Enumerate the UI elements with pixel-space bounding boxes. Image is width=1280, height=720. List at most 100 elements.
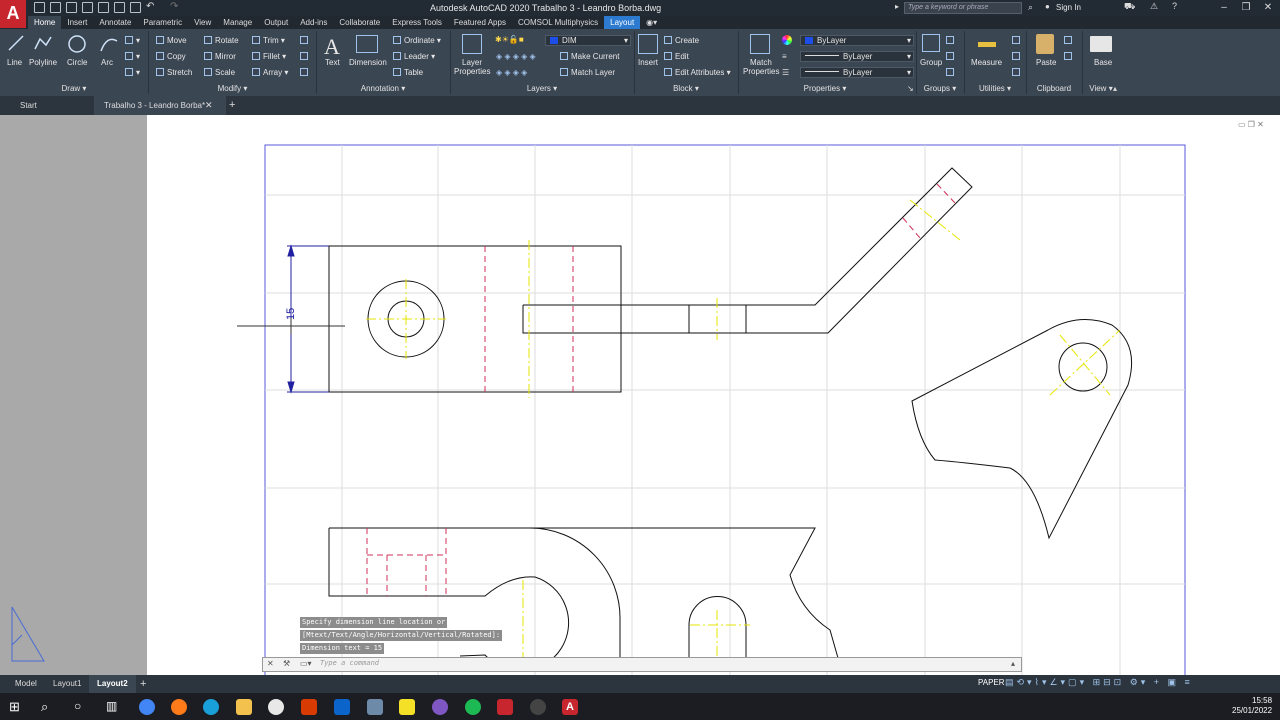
firefox-icon[interactable] bbox=[171, 699, 187, 715]
sign-in-link[interactable]: Sign In bbox=[1056, 3, 1081, 12]
plot-icon[interactable] bbox=[130, 2, 141, 13]
command-history-toggle-icon[interactable]: ▴ bbox=[1011, 659, 1015, 668]
rectangle-icon[interactable]: ▾ bbox=[125, 36, 140, 45]
utilities-panel-title[interactable]: Utilities ▾ bbox=[966, 83, 1024, 95]
measure-button[interactable]: Measure bbox=[971, 58, 1002, 67]
drawing-canvas[interactable]: 15 bbox=[147, 115, 1280, 675]
ordinate-button[interactable]: Ordinate ▾ bbox=[393, 36, 441, 45]
office-icon[interactable] bbox=[301, 699, 317, 715]
tab-add-ins[interactable]: Add-ins bbox=[294, 16, 333, 29]
move-button[interactable]: Move bbox=[156, 36, 187, 45]
close-command-icon[interactable]: ✕ bbox=[267, 659, 274, 668]
group-edit-icon[interactable] bbox=[946, 52, 957, 61]
windows-start-icon[interactable]: ⊞ bbox=[9, 699, 20, 715]
annotation-panel-title[interactable]: Annotation ▾ bbox=[318, 83, 448, 95]
ribbon-expand-icon[interactable]: ▴ bbox=[1113, 84, 1117, 93]
chrome-icon[interactable] bbox=[139, 699, 155, 715]
match-properties-button[interactable]: Match bbox=[750, 58, 772, 67]
erase-icon[interactable] bbox=[300, 36, 311, 45]
tab-layout[interactable]: Layout bbox=[604, 16, 641, 29]
cart-icon[interactable]: ⛟ bbox=[1124, 1, 1135, 13]
ribbon-options-icon[interactable]: ◉▾ bbox=[640, 16, 663, 29]
open-icon[interactable] bbox=[50, 2, 61, 13]
tab-manage[interactable]: Manage bbox=[217, 16, 258, 29]
insert-button[interactable]: Insert bbox=[638, 58, 658, 67]
line-button[interactable]: Line bbox=[7, 58, 22, 67]
block-panel-title[interactable]: Block ▾ bbox=[636, 83, 736, 95]
tab-home[interactable]: Home bbox=[28, 16, 62, 29]
calculator-icon[interactable] bbox=[1012, 68, 1023, 77]
rotate-button[interactable]: Rotate bbox=[204, 36, 239, 45]
edge-icon[interactable] bbox=[203, 699, 219, 715]
layer-properties-button[interactable]: Layer bbox=[462, 58, 482, 67]
properties-dialog-launcher-icon[interactable]: ↘ bbox=[907, 84, 914, 93]
table-button[interactable]: Table bbox=[393, 68, 423, 77]
lineweight-dropdown[interactable]: ByLayer ▾ bbox=[800, 51, 914, 62]
dimension-button[interactable]: Dimension bbox=[349, 58, 387, 67]
mail-icon[interactable] bbox=[334, 699, 350, 715]
status-toolbar-icons[interactable]: ▤⟲▾⌇▾∠▾▢▾ ⊞⊟⊡ ⚙▾ + ▣ ≡ bbox=[1005, 677, 1193, 688]
layout-tab-model[interactable]: Model bbox=[15, 675, 37, 693]
help-search-input[interactable]: Type a keyword or phrase bbox=[904, 2, 1022, 14]
app-icon[interactable] bbox=[268, 699, 284, 715]
open-web-icon[interactable] bbox=[98, 2, 109, 13]
tab-comsol[interactable]: COMSOL Multiphysics bbox=[512, 16, 604, 29]
calculator-app-icon[interactable] bbox=[367, 699, 383, 715]
text-button[interactable]: Text bbox=[325, 58, 340, 67]
new-icon[interactable] bbox=[34, 2, 45, 13]
offset-icon[interactable] bbox=[300, 68, 311, 77]
make-current-button[interactable]: Make Current bbox=[560, 52, 619, 61]
close-tab-icon[interactable]: ✕ bbox=[205, 100, 213, 111]
tab-insert[interactable]: Insert bbox=[61, 16, 93, 29]
network-icon[interactable]: ⚠ bbox=[1150, 1, 1158, 12]
layers-panel-title[interactable]: Layers ▾ bbox=[452, 83, 632, 95]
draw-panel-title[interactable]: Draw ▾ bbox=[0, 83, 148, 95]
ungroup-icon[interactable] bbox=[946, 36, 957, 45]
viewport-controls[interactable]: ▭ ❐ ✕ bbox=[1238, 120, 1264, 129]
edit-block-button[interactable]: Edit bbox=[664, 52, 689, 61]
app-icon-3[interactable] bbox=[530, 699, 546, 715]
tab-featured-apps[interactable]: Featured Apps bbox=[448, 16, 512, 29]
app-icon-2[interactable] bbox=[432, 699, 448, 715]
edit-attributes-button[interactable]: Edit Attributes ▾ bbox=[664, 68, 731, 77]
copy-clip-icon[interactable] bbox=[1064, 52, 1075, 61]
user-icon[interactable]: ● bbox=[1045, 2, 1050, 11]
autocad-taskbar-icon[interactable]: A bbox=[562, 699, 578, 715]
fillet-button[interactable]: Fillet ▾ bbox=[252, 52, 286, 61]
undo-icon[interactable]: ↶ bbox=[146, 1, 154, 12]
part-front-view[interactable] bbox=[328, 167, 973, 393]
binoculars-icon[interactable]: ⌕ bbox=[1028, 2, 1033, 13]
save-web-icon[interactable] bbox=[114, 2, 125, 13]
tab-parametric[interactable]: Parametric bbox=[137, 16, 188, 29]
group-button[interactable]: Group bbox=[920, 58, 942, 67]
save-icon[interactable] bbox=[66, 2, 77, 13]
layer-tools-icons-2[interactable]: ◈ ◈ ◈ ◈ bbox=[496, 68, 527, 77]
close-button[interactable]: ✕ bbox=[1258, 1, 1278, 15]
base-button[interactable]: Base bbox=[1094, 58, 1112, 67]
leader-button[interactable]: Leader ▾ bbox=[393, 52, 435, 61]
system-clock[interactable]: 15:58 25/01/2022 bbox=[1232, 696, 1272, 716]
properties-panel-title[interactable]: Properties ▾ bbox=[740, 83, 910, 95]
redo-icon[interactable]: ↷ bbox=[170, 1, 178, 12]
sticky-notes-icon[interactable] bbox=[399, 699, 415, 715]
tab-output[interactable]: Output bbox=[258, 16, 294, 29]
hatch-icon[interactable]: ▾ bbox=[125, 52, 140, 61]
new-layout-icon[interactable]: + bbox=[140, 675, 146, 693]
command-input[interactable]: Type a command bbox=[320, 659, 379, 667]
create-block-button[interactable]: Create bbox=[664, 36, 699, 45]
spotify-icon[interactable] bbox=[465, 699, 481, 715]
color-dropdown[interactable]: ByLayer ▾ bbox=[800, 35, 914, 46]
copy-button[interactable]: Copy bbox=[156, 52, 186, 61]
array-button[interactable]: Array ▾ bbox=[252, 68, 288, 77]
cortana-icon[interactable]: ○ bbox=[74, 699, 81, 713]
file-explorer-icon[interactable] bbox=[236, 699, 252, 715]
search-icon[interactable]: ⌕ bbox=[41, 699, 48, 715]
quick-select-icon[interactable] bbox=[1012, 36, 1023, 45]
linetype-dropdown[interactable]: ByLayer ▾ bbox=[800, 67, 914, 78]
start-tab[interactable]: Start bbox=[10, 96, 47, 115]
layer-dropdown[interactable]: DIM ▾ bbox=[545, 35, 631, 46]
wrench-icon[interactable]: ⚒ bbox=[283, 659, 290, 668]
layer-state-icons[interactable]: ✱☀🔓■ bbox=[495, 35, 524, 44]
tab-annotate[interactable]: Annotate bbox=[93, 16, 137, 29]
cut-icon[interactable] bbox=[1064, 36, 1075, 45]
